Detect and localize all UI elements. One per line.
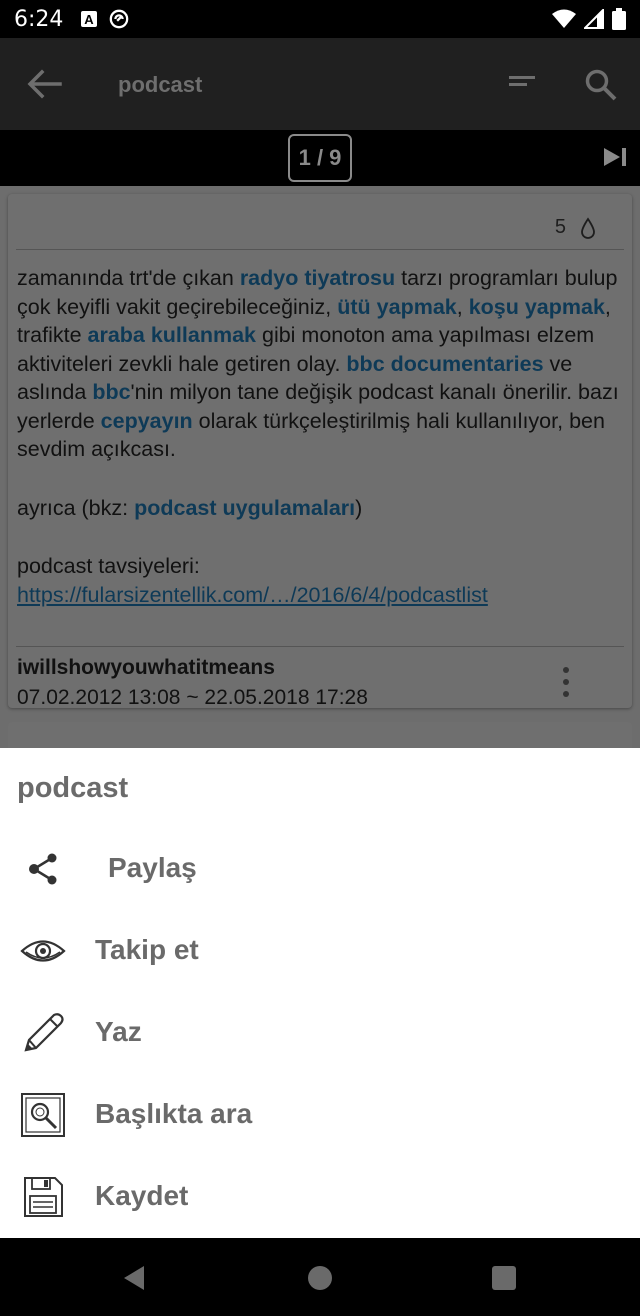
- app-title: podcast: [118, 72, 203, 97]
- nav-home-icon[interactable]: [308, 1266, 332, 1290]
- divider: [16, 646, 624, 647]
- entry-paragraph-2: ayrıca (bkz: podcast uygulamaları): [17, 495, 363, 520]
- menu-label: Kaydet: [95, 1180, 189, 1211]
- menu-item-follow[interactable]: Takip et: [0, 910, 640, 992]
- system-nav-bar: [0, 1238, 640, 1316]
- menu-item-share[interactable]: Paylaş: [0, 828, 640, 910]
- save-icon: [24, 1177, 63, 1217]
- status-time: 6:24: [14, 6, 64, 32]
- bkz-link[interactable]: radyo tiyatrosu: [240, 266, 395, 290]
- menu-item-write[interactable]: Yaz: [0, 992, 640, 1074]
- bottom-sheet: podcast Paylaş Takip et Yaz Başlıkta ara…: [0, 748, 640, 1238]
- signal-icon: [584, 9, 604, 29]
- bkz-link[interactable]: araba kullanmak: [88, 323, 257, 347]
- svg-text:A: A: [85, 12, 95, 27]
- favorite-count: 5: [554, 216, 566, 238]
- menu-item-search-in-title[interactable]: Başlıkta ara: [0, 1074, 640, 1156]
- wifi-icon: [552, 9, 576, 28]
- nav-back-icon[interactable]: [120, 1264, 148, 1292]
- battery-icon: [612, 8, 626, 30]
- bkz-link[interactable]: cepyayın: [101, 409, 193, 433]
- pencil-icon: [24, 1013, 64, 1052]
- search-in-title-icon: [21, 1093, 65, 1137]
- entry-list: 5 zamanında trt'de çıkan radyo tiyatrosu…: [0, 186, 640, 762]
- menu-item-save[interactable]: Kaydet: [0, 1156, 640, 1238]
- pager: 1 / 9: [0, 130, 640, 186]
- screen: 6:24 A podcast 1 / 9 5 zamanında trt'de …: [0, 0, 640, 1316]
- entry-paragraph-1: zamanında trt'de çıkan radyo tiyatrosu t…: [17, 264, 627, 464]
- more-vert-icon[interactable]: [556, 664, 576, 700]
- bkz-link[interactable]: podcast uygulamaları: [134, 496, 355, 520]
- entry-card: 5 zamanında trt'de çıkan radyo tiyatrosu…: [8, 194, 632, 709]
- entry-text: ,: [456, 294, 469, 319]
- notification-a-icon: A: [79, 9, 99, 29]
- last-page-icon[interactable]: [602, 146, 628, 168]
- back-arrow-icon[interactable]: [26, 68, 62, 100]
- bkz-link[interactable]: bbc: [92, 380, 130, 404]
- status-right: [552, 8, 626, 30]
- divider: [16, 249, 624, 250]
- sync-icon: [109, 9, 129, 29]
- external-url-link[interactable]: https://fularsizentellik.com/…/2016/6/4/…: [17, 583, 488, 607]
- entry-paragraph-3: podcast tavsiyeleri: https://fularsizent…: [17, 554, 488, 607]
- menu-label: Yaz: [95, 1016, 142, 1047]
- entry-text: zamanında trt'de çıkan: [17, 266, 240, 290]
- nav-recents-icon[interactable]: [492, 1266, 516, 1290]
- entry-dates: 07.02.2012 13:08 ~ 22.05.2018 17:28: [17, 686, 368, 709]
- app-bar: podcast: [0, 38, 640, 130]
- page-indicator-button[interactable]: 1 / 9: [288, 134, 352, 182]
- bkz-link[interactable]: ütü yapmak: [337, 295, 456, 319]
- status-bar: 6:24 A: [0, 0, 640, 38]
- drop-icon[interactable]: [580, 216, 596, 239]
- menu-label: Paylaş: [108, 852, 197, 883]
- eye-icon: [20, 940, 66, 962]
- menu-label: Başlıkta ara: [95, 1098, 253, 1129]
- bkz-link[interactable]: bbc documentaries: [346, 352, 543, 376]
- bkz-link[interactable]: koşu yapmak: [469, 295, 605, 319]
- menu-label: Takip et: [95, 934, 199, 965]
- author-name[interactable]: iwillshowyouwhatitmeans: [17, 656, 275, 680]
- favorite-row[interactable]: 5: [555, 216, 596, 239]
- search-icon[interactable]: [584, 68, 618, 102]
- sheet-title: podcast: [17, 772, 129, 804]
- sort-icon[interactable]: [505, 72, 539, 96]
- entry-body: zamanında trt'de çıkan radyo tiyatrosu t…: [17, 264, 627, 609]
- share-icon: [29, 853, 57, 885]
